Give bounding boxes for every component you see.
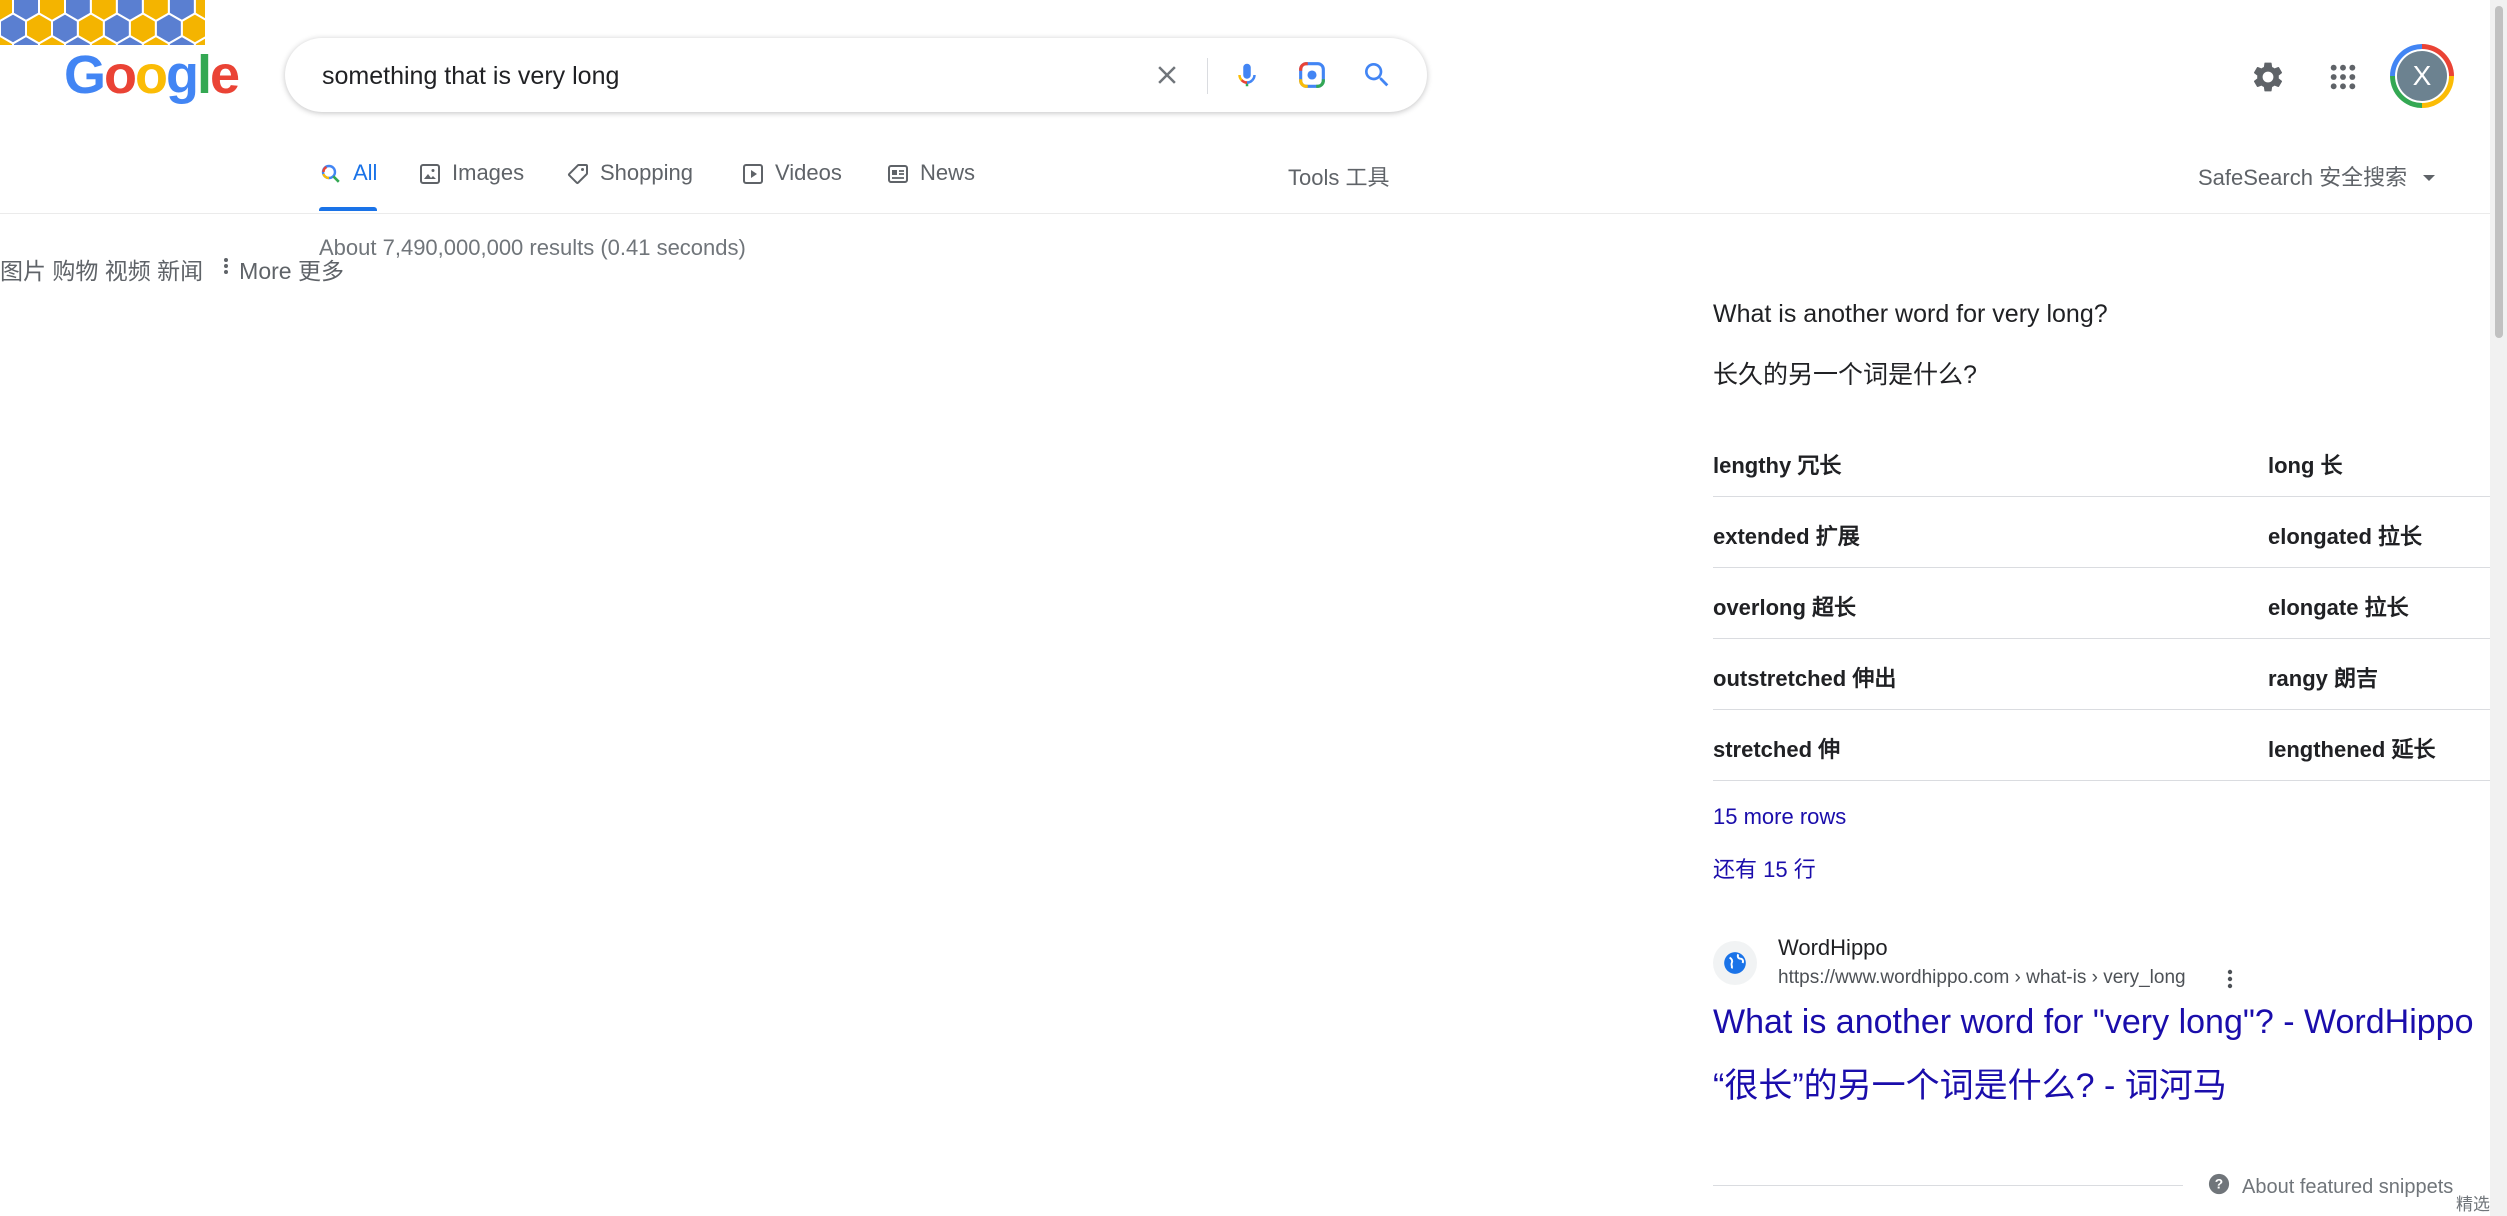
result-title-link[interactable]: What is another word for "very long"? - …: [1713, 1003, 2474, 1042]
help-icon: ?: [2208, 1173, 2230, 1201]
caret-down-icon: [2421, 163, 2437, 189]
close-icon[interactable]: [1147, 55, 1187, 95]
about-featured-cn: 精选: [2456, 1195, 2490, 1214]
synonym-cell: outstretched 伸出: [1713, 666, 1897, 691]
tab-label: News: [920, 160, 976, 185]
play-icon: [741, 160, 765, 192]
tab-label: All: [353, 160, 378, 185]
more-cn-prefix: 图片 购物 视频 新闻: [0, 258, 204, 284]
synonym-cell: extended 扩展: [1713, 524, 1860, 549]
snippet-divider: [1713, 1185, 2183, 1186]
snippet-question: What is another word for very long?: [1713, 300, 2108, 328]
svg-text:?: ?: [2215, 1177, 2223, 1192]
logo-letter: o: [104, 45, 137, 105]
image-icon: [418, 160, 442, 192]
result-title-link-cn[interactable]: “很长”的另一个词是什么? - 词河马: [1713, 1058, 2227, 1107]
scrollbar-thumb[interactable]: [2495, 6, 2503, 338]
avatar[interactable]: X: [2390, 44, 2454, 108]
safesearch-button[interactable]: SafeSearch 安全搜索: [2198, 160, 2437, 192]
google-logo[interactable]: Google: [64, 45, 240, 105]
more-vert-icon[interactable]: [2218, 965, 2242, 993]
table-row: lengthy 冗长 long 长: [1713, 426, 2495, 497]
synonym-cell: elongate 拉长: [2268, 595, 2409, 620]
apps-grid-icon[interactable]: [2321, 55, 2365, 99]
tab-videos[interactable]: Videos: [741, 160, 842, 212]
newspaper-icon: [886, 160, 910, 192]
about-label: About featured snippets: [2242, 1175, 2454, 1198]
logo-letter: G: [64, 45, 106, 105]
logo-letter: e: [210, 45, 240, 105]
tools-button[interactable]: Tools 工具: [1288, 160, 1389, 192]
synonym-cell: lengthened 延长: [2268, 737, 2436, 762]
logo-letter: o: [135, 45, 168, 105]
active-tab-indicator: [319, 207, 377, 211]
synonym-cell: rangy 朗吉: [2268, 666, 2379, 691]
table-row: extended 扩展 elongated 拉长: [1713, 497, 2495, 568]
result-stats: About 7,490,000,000 results (0.41 second…: [319, 235, 746, 260]
search-input[interactable]: [320, 55, 1104, 97]
search-icon[interactable]: [1357, 55, 1397, 95]
synonym-cell: elongated 拉长: [2268, 524, 2423, 549]
table-row: outstretched 伸出 rangy 朗吉: [1713, 639, 2495, 710]
tabs-divider: [0, 213, 2490, 214]
gear-icon[interactable]: [2246, 55, 2290, 99]
synonym-cell: overlong 超长: [1713, 595, 1857, 620]
tab-label: Videos: [775, 160, 842, 185]
synonym-cell: long 长: [2268, 453, 2343, 478]
source-url[interactable]: https://www.wordhippo.com › what-is › ve…: [1778, 967, 2186, 989]
synonym-cell: lengthy 冗长: [1713, 453, 1842, 478]
logo-letter: l: [197, 45, 212, 105]
logo-letter: g: [166, 45, 199, 105]
globe-icon[interactable]: [1713, 941, 1757, 985]
tab-all[interactable]: All: [319, 160, 377, 212]
tab-label: Images: [452, 160, 525, 185]
more-vert-icon: [219, 254, 233, 284]
about-featured-snippets[interactable]: ? About featured snippets: [2208, 1173, 2453, 1201]
table-row: overlong 超长 elongate 拉长: [1713, 568, 2495, 639]
table-row: stretched 伸 lengthened 延长: [1713, 710, 2495, 781]
tab-news[interactable]: News: [886, 160, 975, 212]
doodle-honeycomb[interactable]: [0, 0, 205, 45]
synonym-cell: stretched 伸: [1713, 737, 1841, 762]
tab-shopping[interactable]: Shopping: [566, 160, 693, 212]
tag-icon: [566, 160, 590, 192]
search-icon: [319, 160, 343, 192]
search-box: [285, 38, 1427, 112]
tab-images[interactable]: Images: [418, 160, 524, 212]
source-name[interactable]: WordHippo: [1778, 935, 1888, 961]
search-divider: [1207, 58, 1208, 94]
mic-icon[interactable]: [1227, 55, 1267, 95]
avatar-initial: X: [2397, 51, 2447, 101]
more-rows-link[interactable]: 15 more rows: [1713, 804, 1846, 830]
more-rows-link-cn[interactable]: 还有 15 行: [1713, 852, 1816, 884]
camera-lens-icon[interactable]: [1292, 55, 1332, 95]
safesearch-label: SafeSearch 安全搜索: [2198, 165, 2408, 190]
synonym-table: lengthy 冗长 long 长 extended 扩展 elongated …: [1713, 426, 2495, 781]
avatar-ring: X: [2395, 49, 2449, 103]
tab-label: Shopping: [600, 160, 693, 185]
snippet-question-cn: 长久的另一个词是什么?: [1713, 361, 1977, 389]
more-row-cn: 图片 购物 视频 新闻 More 更多: [0, 252, 344, 286]
